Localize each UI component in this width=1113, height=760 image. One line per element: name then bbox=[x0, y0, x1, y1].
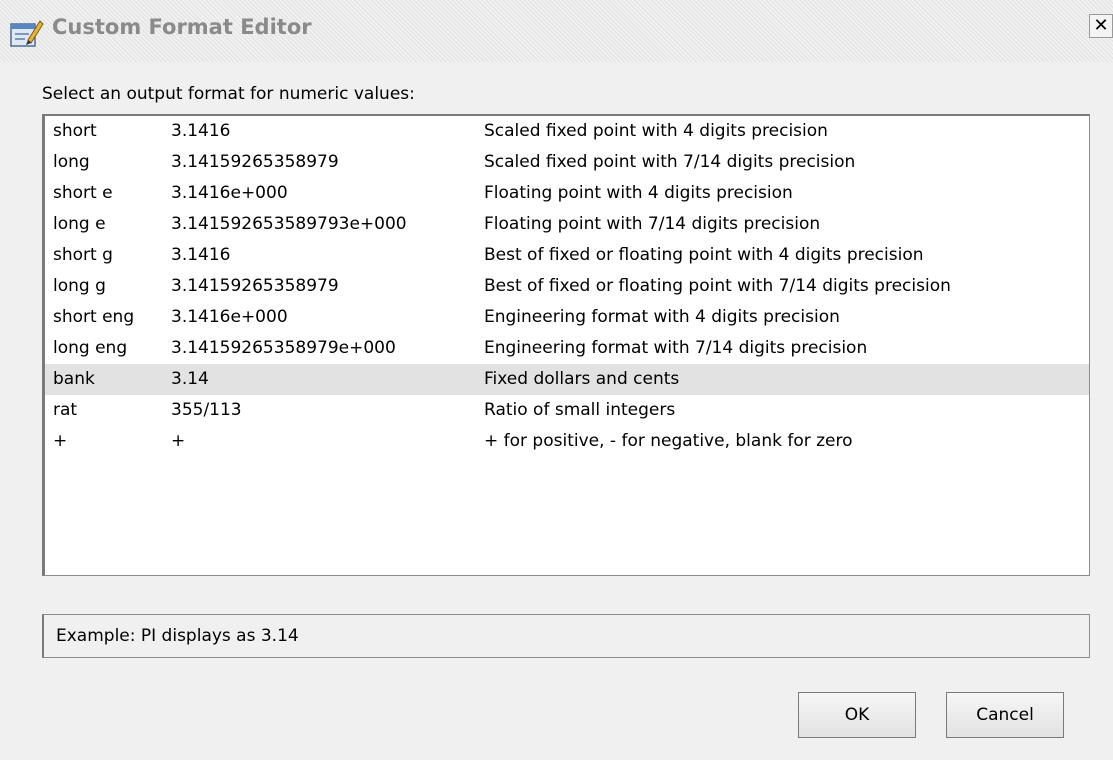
format-description: Best of fixed or floating point with 7/1… bbox=[484, 276, 951, 296]
list-item[interactable]: short g 3.1416 Best of fixed or floating p… bbox=[45, 240, 1089, 271]
custom-format-editor-dialog: Custom Format Editor ✕ Select an output … bbox=[0, 0, 1113, 760]
format-name: short g bbox=[53, 245, 113, 265]
format-description: + for positive, - for negative, blank fo… bbox=[484, 431, 853, 451]
format-name: bank bbox=[53, 369, 95, 389]
title-bar[interactable]: Custom Format Editor ✕ bbox=[0, 0, 1113, 62]
format-example: 3.1416e+000 bbox=[171, 307, 288, 327]
list-item[interactable]: rat 355/113 Ratio of small integers bbox=[45, 395, 1089, 426]
edit-window-icon bbox=[10, 20, 44, 47]
list-item[interactable]: long e 3.141592653589793e+000 Floating poi… bbox=[45, 209, 1089, 240]
format-name: rat bbox=[53, 400, 78, 420]
list-item[interactable]: short e 3.1416e+000 Floating point with 4 … bbox=[45, 178, 1089, 209]
format-example: 3.14159265358979 bbox=[171, 152, 339, 172]
format-name: long e bbox=[53, 214, 106, 234]
format-example: 355/113 bbox=[171, 400, 242, 420]
format-list[interactable]: short 3.1416 Scaled fixed point with 4 dig… bbox=[42, 114, 1090, 576]
format-description: Best of fixed or floating point with 4 d… bbox=[484, 245, 924, 265]
close-icon: ✕ bbox=[1093, 15, 1109, 36]
format-name: short eng bbox=[53, 307, 135, 327]
cancel-button[interactable]: Cancel bbox=[946, 692, 1064, 738]
window-title: Custom Format Editor bbox=[52, 15, 312, 39]
format-example: 3.1416 bbox=[171, 121, 231, 141]
format-example: + bbox=[171, 431, 186, 451]
list-item[interactable]: short 3.1416 Scaled fixed point with 4 dig… bbox=[45, 116, 1089, 147]
list-item[interactable]: long eng 3.14159265358979e+000 Engineering… bbox=[45, 333, 1089, 364]
format-name: long eng bbox=[53, 338, 128, 358]
list-item[interactable]: long g 3.14159265358979 Best of fixed or f… bbox=[45, 271, 1089, 302]
format-name: short e bbox=[53, 183, 113, 203]
list-item[interactable]: long 3.14159265358979 Scaled fixed point w… bbox=[45, 147, 1089, 178]
format-example: 3.14159265358979 bbox=[171, 276, 339, 296]
list-item[interactable]: bank 3.14 Fixed dollars and cents bbox=[45, 364, 1089, 395]
format-name: long bbox=[53, 152, 90, 172]
example-display: Example: PI displays as 3.14 bbox=[42, 614, 1090, 658]
format-example: 3.1416 bbox=[171, 245, 231, 265]
format-name: + bbox=[53, 431, 68, 451]
format-description: Engineering format with 4 digits precisi… bbox=[484, 307, 840, 327]
format-name: long g bbox=[53, 276, 106, 296]
format-example: 3.14159265358979e+000 bbox=[171, 338, 396, 358]
format-example: 3.1416e+000 bbox=[171, 183, 288, 203]
format-prompt-label: Select an output format for numeric valu… bbox=[42, 84, 415, 104]
close-button[interactable]: ✕ bbox=[1089, 14, 1113, 38]
format-description: Floating point with 7/14 digits precisio… bbox=[484, 214, 821, 234]
format-description: Scaled fixed point with 4 digits precisi… bbox=[484, 121, 828, 141]
format-description: Floating point with 4 digits precision bbox=[484, 183, 793, 203]
format-description: Fixed dollars and cents bbox=[484, 369, 680, 389]
format-example: 3.141592653589793e+000 bbox=[171, 214, 407, 234]
list-item[interactable]: + + + for positive, - for negative, blank … bbox=[45, 426, 1089, 457]
format-example: 3.14 bbox=[171, 369, 209, 389]
list-item[interactable]: short eng 3.1416e+000 Engineering format w… bbox=[45, 302, 1089, 333]
format-description: Ratio of small integers bbox=[484, 400, 676, 420]
format-description: Scaled fixed point with 7/14 digits prec… bbox=[484, 152, 856, 172]
format-description: Engineering format with 7/14 digits prec… bbox=[484, 338, 868, 358]
ok-button[interactable]: OK bbox=[798, 692, 916, 738]
format-name: short bbox=[53, 121, 97, 141]
